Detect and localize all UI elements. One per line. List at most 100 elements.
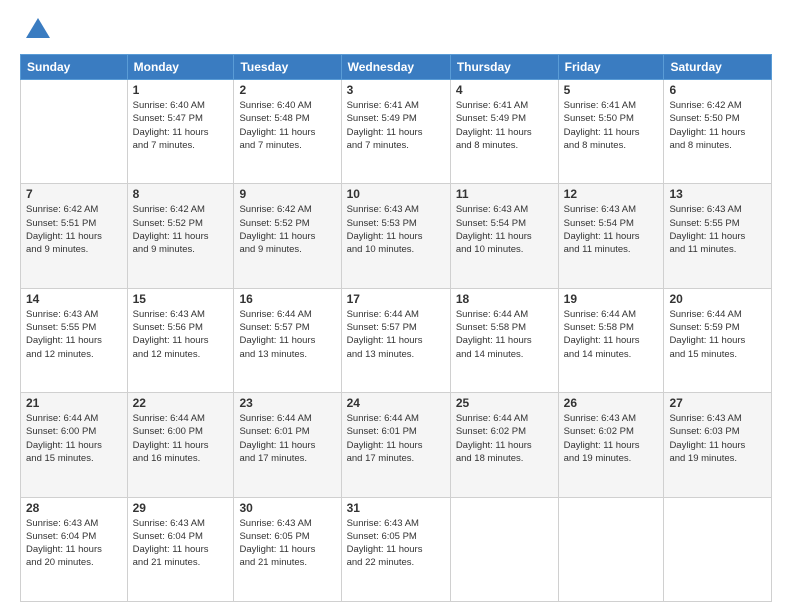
day-info: Sunrise: 6:41 AMSunset: 5:49 PMDaylight:… <box>456 99 553 152</box>
logo-icon <box>24 16 52 44</box>
day-info: Sunrise: 6:44 AMSunset: 5:57 PMDaylight:… <box>347 308 445 361</box>
day-number: 1 <box>133 83 229 97</box>
day-number: 18 <box>456 292 553 306</box>
day-info: Sunrise: 6:42 AMSunset: 5:52 PMDaylight:… <box>133 203 229 256</box>
day-number: 12 <box>564 187 659 201</box>
day-number: 24 <box>347 396 445 410</box>
day-number: 27 <box>669 396 766 410</box>
day-info: Sunrise: 6:42 AMSunset: 5:50 PMDaylight:… <box>669 99 766 152</box>
week-row-1: 7Sunrise: 6:42 AMSunset: 5:51 PMDaylight… <box>21 184 772 288</box>
calendar-cell: 5 Sunrise: 6:41 AMSunset: 5:50 PMDaylight… <box>558 80 664 184</box>
day-number: 2 <box>239 83 335 97</box>
calendar-cell: 15 Sunrise: 6:43 AMSunset: 5:56 PMDayligh… <box>127 288 234 392</box>
day-info: Sunrise: 6:43 AMSunset: 5:55 PMDaylight:… <box>669 203 766 256</box>
day-number: 3 <box>347 83 445 97</box>
day-number: 20 <box>669 292 766 306</box>
calendar-cell: 2 Sunrise: 6:40 AMSunset: 5:48 PMDaylight… <box>234 80 341 184</box>
day-info: Sunrise: 6:40 AMSunset: 5:48 PMDaylight:… <box>239 99 335 152</box>
calendar-cell <box>558 497 664 601</box>
day-info: Sunrise: 6:44 AMSunset: 6:01 PMDaylight:… <box>347 412 445 465</box>
calendar-cell: 27 Sunrise: 6:43 AMSunset: 6:03 PMDayligh… <box>664 393 772 497</box>
day-info: Sunrise: 6:43 AMSunset: 6:04 PMDaylight:… <box>133 517 229 570</box>
day-number: 21 <box>26 396 122 410</box>
day-number: 19 <box>564 292 659 306</box>
day-number: 23 <box>239 396 335 410</box>
calendar-cell: 16 Sunrise: 6:44 AMSunset: 5:57 PMDayligh… <box>234 288 341 392</box>
day-number: 25 <box>456 396 553 410</box>
day-info: Sunrise: 6:43 AMSunset: 5:53 PMDaylight:… <box>347 203 445 256</box>
day-number: 26 <box>564 396 659 410</box>
day-number: 29 <box>133 501 229 515</box>
day-info: Sunrise: 6:41 AMSunset: 5:50 PMDaylight:… <box>564 99 659 152</box>
calendar-cell: 12 Sunrise: 6:43 AMSunset: 5:54 PMDayligh… <box>558 184 664 288</box>
day-info: Sunrise: 6:41 AMSunset: 5:49 PMDaylight:… <box>347 99 445 152</box>
day-info: Sunrise: 6:43 AMSunset: 5:56 PMDaylight:… <box>133 308 229 361</box>
calendar-table: SundayMondayTuesdayWednesdayThursdayFrid… <box>20 54 772 602</box>
day-info: Sunrise: 6:43 AMSunset: 6:05 PMDaylight:… <box>239 517 335 570</box>
day-info: Sunrise: 6:44 AMSunset: 5:58 PMDaylight:… <box>564 308 659 361</box>
page: SundayMondayTuesdayWednesdayThursdayFrid… <box>0 0 792 612</box>
day-number: 6 <box>669 83 766 97</box>
day-info: Sunrise: 6:43 AMSunset: 5:54 PMDaylight:… <box>456 203 553 256</box>
calendar-cell: 26 Sunrise: 6:43 AMSunset: 6:02 PMDayligh… <box>558 393 664 497</box>
day-info: Sunrise: 6:43 AMSunset: 6:03 PMDaylight:… <box>669 412 766 465</box>
day-header-saturday: Saturday <box>664 55 772 80</box>
day-number: 28 <box>26 501 122 515</box>
week-row-0: 1 Sunrise: 6:40 AMSunset: 5:47 PMDaylight… <box>21 80 772 184</box>
week-row-4: 28 Sunrise: 6:43 AMSunset: 6:04 PMDayligh… <box>21 497 772 601</box>
calendar-cell <box>664 497 772 601</box>
calendar-cell: 31Sunrise: 6:43 AMSunset: 6:05 PMDayligh… <box>341 497 450 601</box>
day-info: Sunrise: 6:44 AMSunset: 5:59 PMDaylight:… <box>669 308 766 361</box>
calendar-cell: 22 Sunrise: 6:44 AMSunset: 6:00 PMDayligh… <box>127 393 234 497</box>
calendar-cell: 25 Sunrise: 6:44 AMSunset: 6:02 PMDayligh… <box>450 393 558 497</box>
header <box>20 16 772 44</box>
calendar-cell: 20 Sunrise: 6:44 AMSunset: 5:59 PMDayligh… <box>664 288 772 392</box>
day-number: 10 <box>347 187 445 201</box>
day-number: 8 <box>133 187 229 201</box>
calendar-cell: 23 Sunrise: 6:44 AMSunset: 6:01 PMDayligh… <box>234 393 341 497</box>
calendar-cell: 14Sunrise: 6:43 AMSunset: 5:55 PMDayligh… <box>21 288 128 392</box>
day-info: Sunrise: 6:43 AMSunset: 6:02 PMDaylight:… <box>564 412 659 465</box>
day-header-monday: Monday <box>127 55 234 80</box>
day-header-wednesday: Wednesday <box>341 55 450 80</box>
day-info: Sunrise: 6:43 AMSunset: 5:54 PMDaylight:… <box>564 203 659 256</box>
calendar-cell: 18Sunrise: 6:44 AMSunset: 5:58 PMDayligh… <box>450 288 558 392</box>
calendar-cell: 9Sunrise: 6:42 AMSunset: 5:52 PMDaylight… <box>234 184 341 288</box>
day-header-friday: Friday <box>558 55 664 80</box>
calendar-cell: 1 Sunrise: 6:40 AMSunset: 5:47 PMDaylight… <box>127 80 234 184</box>
day-info: Sunrise: 6:43 AMSunset: 6:05 PMDaylight:… <box>347 517 445 570</box>
week-row-2: 14Sunrise: 6:43 AMSunset: 5:55 PMDayligh… <box>21 288 772 392</box>
day-number: 17 <box>347 292 445 306</box>
day-number: 11 <box>456 187 553 201</box>
calendar-cell: 3 Sunrise: 6:41 AMSunset: 5:49 PMDaylight… <box>341 80 450 184</box>
calendar-cell: 6 Sunrise: 6:42 AMSunset: 5:50 PMDaylight… <box>664 80 772 184</box>
calendar-cell: 24 Sunrise: 6:44 AMSunset: 6:01 PMDayligh… <box>341 393 450 497</box>
calendar-cell: 4 Sunrise: 6:41 AMSunset: 5:49 PMDaylight… <box>450 80 558 184</box>
day-number: 5 <box>564 83 659 97</box>
day-number: 4 <box>456 83 553 97</box>
calendar-cell: 19 Sunrise: 6:44 AMSunset: 5:58 PMDayligh… <box>558 288 664 392</box>
day-number: 22 <box>133 396 229 410</box>
calendar-cell: 29 Sunrise: 6:43 AMSunset: 6:04 PMDayligh… <box>127 497 234 601</box>
logo <box>20 16 52 44</box>
day-info: Sunrise: 6:43 AMSunset: 6:04 PMDaylight:… <box>26 517 122 570</box>
day-info: Sunrise: 6:40 AMSunset: 5:47 PMDaylight:… <box>133 99 229 152</box>
day-info: Sunrise: 6:44 AMSunset: 6:00 PMDaylight:… <box>26 412 122 465</box>
calendar-cell: 8 Sunrise: 6:42 AMSunset: 5:52 PMDaylight… <box>127 184 234 288</box>
calendar-cell: 11 Sunrise: 6:43 AMSunset: 5:54 PMDayligh… <box>450 184 558 288</box>
day-number: 15 <box>133 292 229 306</box>
day-info: Sunrise: 6:44 AMSunset: 6:01 PMDaylight:… <box>239 412 335 465</box>
day-info: Sunrise: 6:44 AMSunset: 5:57 PMDaylight:… <box>239 308 335 361</box>
calendar-cell: 7Sunrise: 6:42 AMSunset: 5:51 PMDaylight… <box>21 184 128 288</box>
calendar-cell: 21 Sunrise: 6:44 AMSunset: 6:00 PMDayligh… <box>21 393 128 497</box>
day-header-thursday: Thursday <box>450 55 558 80</box>
day-info: Sunrise: 6:44 AMSunset: 6:00 PMDaylight:… <box>133 412 229 465</box>
day-header-tuesday: Tuesday <box>234 55 341 80</box>
day-number: 30 <box>239 501 335 515</box>
calendar-cell: 17 Sunrise: 6:44 AMSunset: 5:57 PMDayligh… <box>341 288 450 392</box>
day-info: Sunrise: 6:44 AMSunset: 6:02 PMDaylight:… <box>456 412 553 465</box>
week-row-3: 21 Sunrise: 6:44 AMSunset: 6:00 PMDayligh… <box>21 393 772 497</box>
day-number: 16 <box>239 292 335 306</box>
calendar-cell <box>450 497 558 601</box>
day-number: 13 <box>669 187 766 201</box>
